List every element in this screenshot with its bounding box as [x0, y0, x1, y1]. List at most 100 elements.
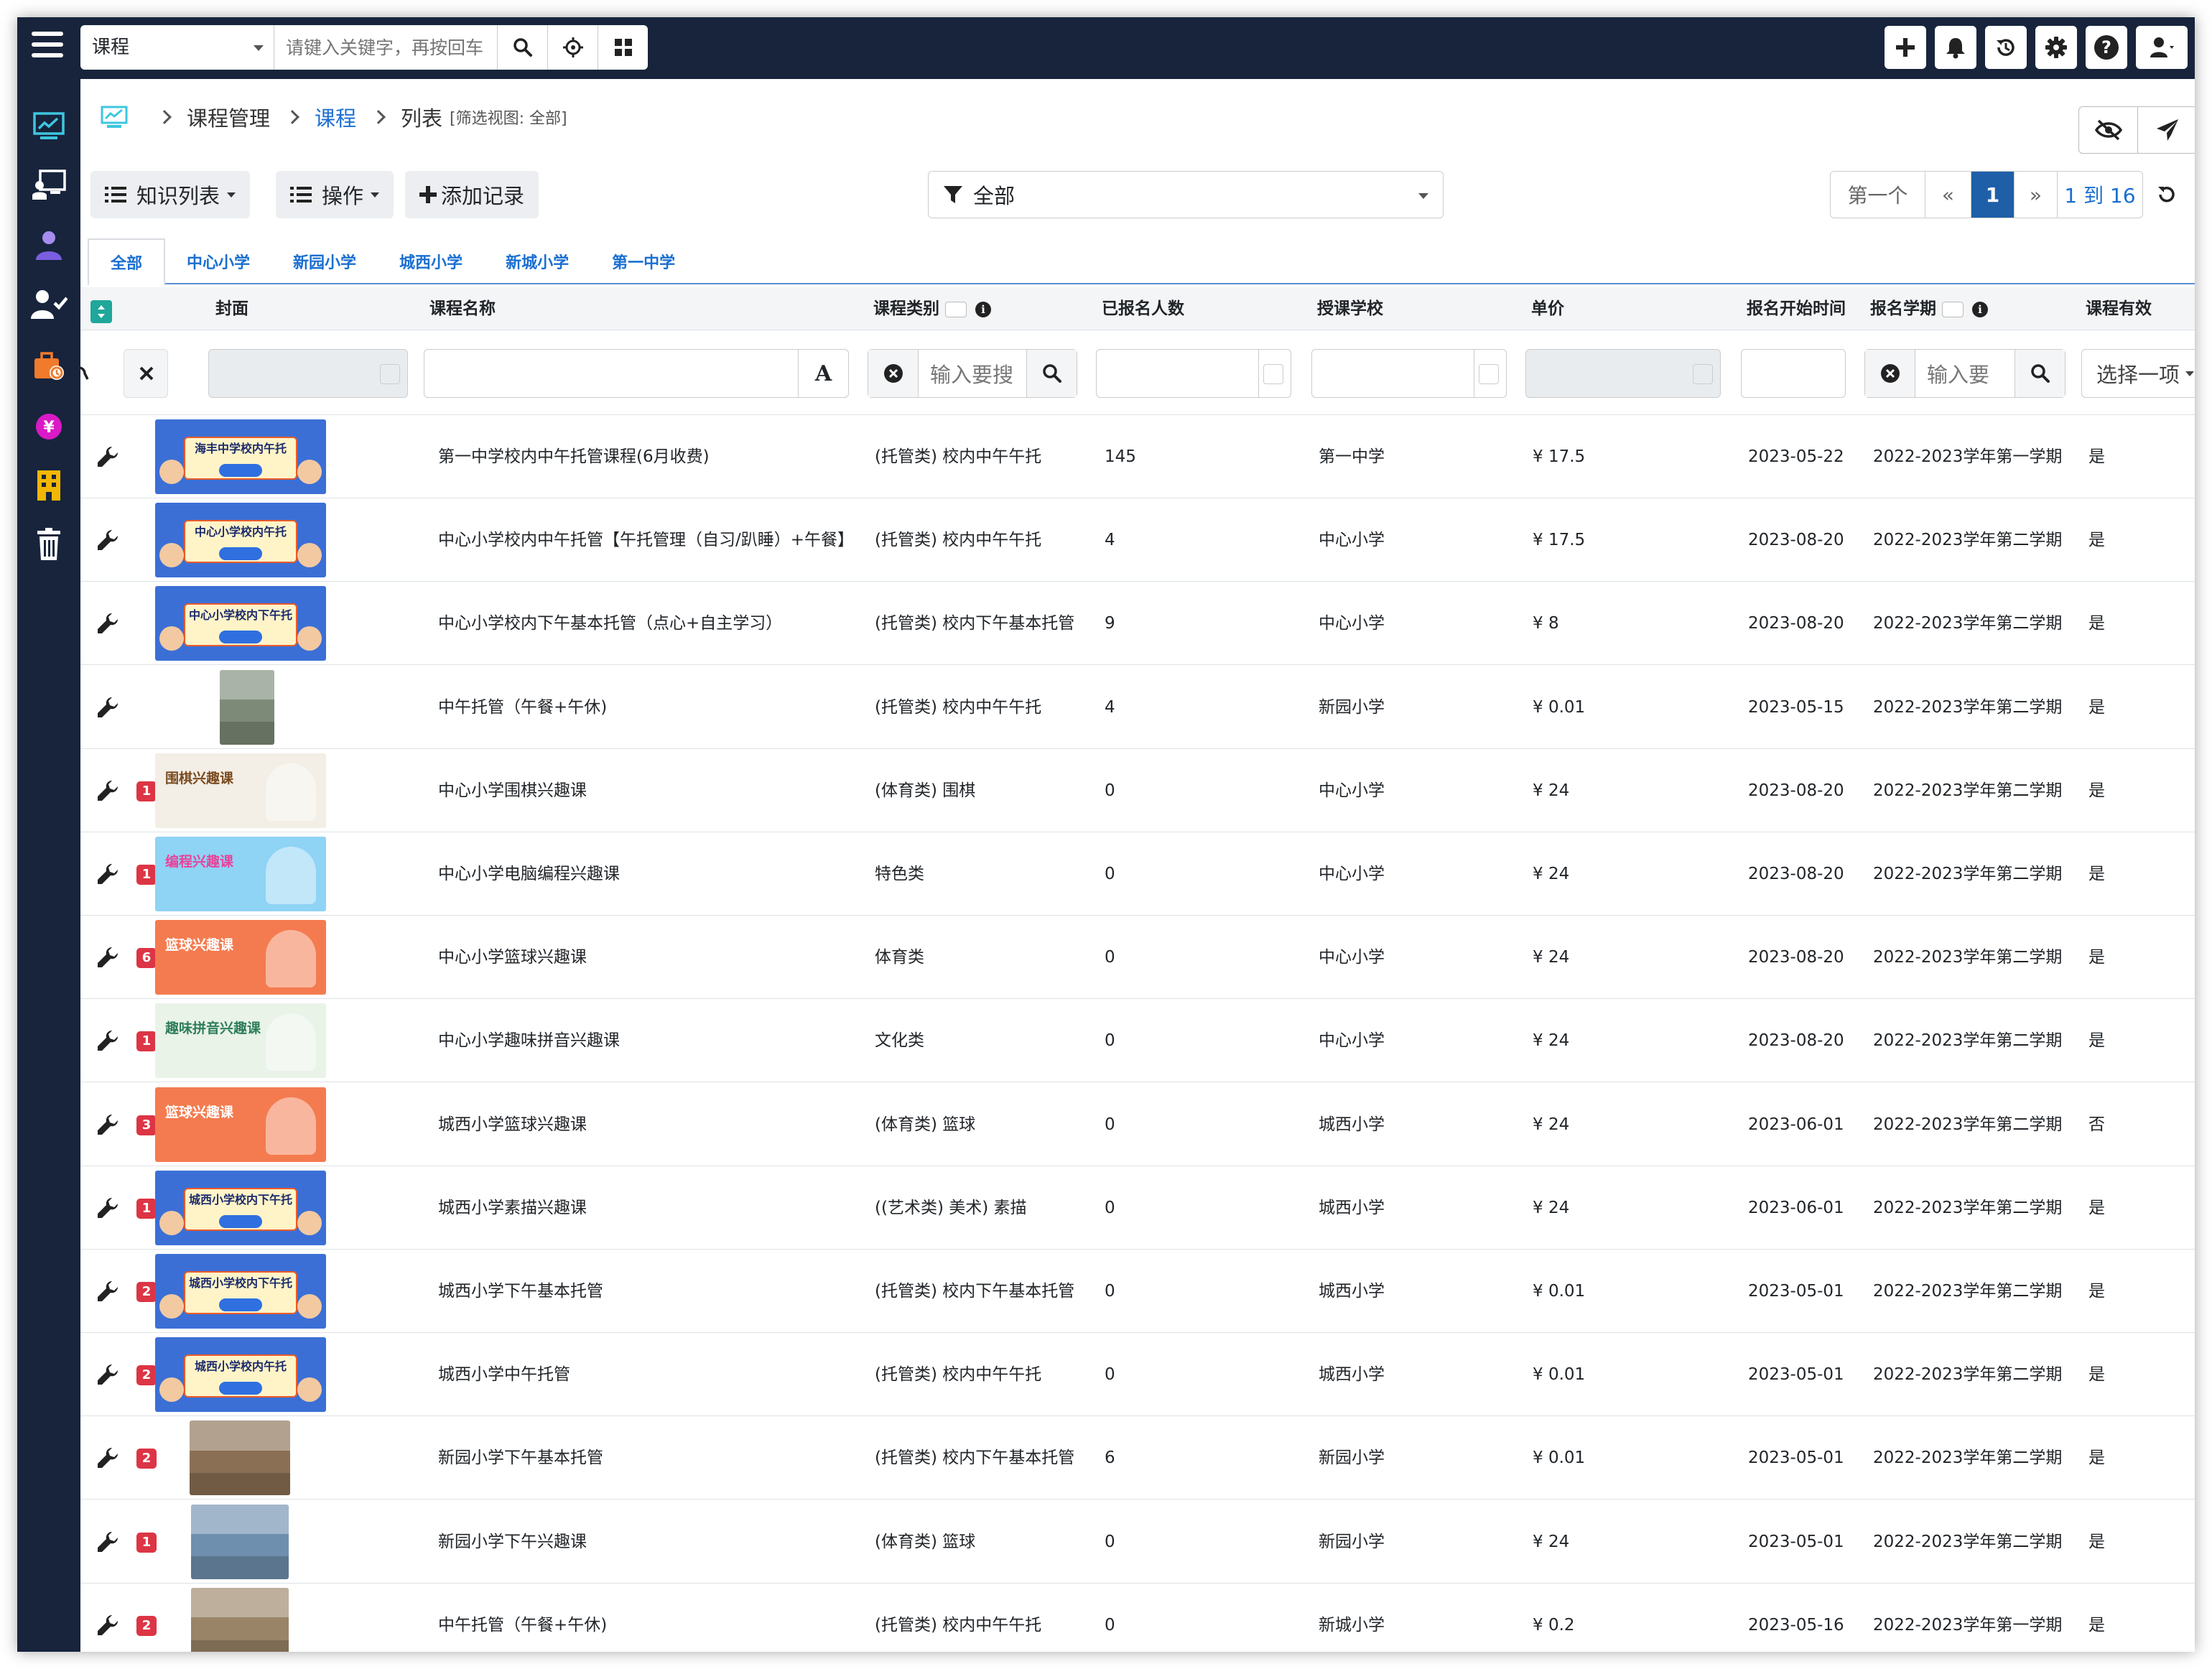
start-date-filter[interactable] [1741, 349, 1846, 398]
table-row[interactable]: 1 围棋兴趣课 中心小学围棋兴趣课 (体育类) 围棋 0 中心小学 ¥ 24 2023-08-… [80, 749, 2195, 832]
wrench-icon[interactable] [96, 779, 119, 802]
category-filter-input[interactable]: 输入要搜 [919, 350, 1026, 397]
attachment-count-badge[interactable]: 1 [136, 865, 157, 885]
wrench-icon[interactable] [96, 1446, 119, 1469]
keyword-input[interactable] [274, 25, 497, 70]
col-category[interactable]: 课程类别 i [873, 287, 991, 330]
wrench-icon[interactable] [96, 1530, 119, 1553]
page-current[interactable]: 1 [1971, 172, 2014, 218]
info-icon[interactable]: i [1972, 301, 1988, 317]
send-button[interactable] [2138, 107, 2195, 153]
table-row[interactable]: 中午托管（午餐+午休) (托管类) 校内中午午托 4 新园小学 ¥ 0.01 2023-0… [80, 666, 2195, 749]
col-term[interactable]: 报名学期 i [1870, 287, 1988, 330]
settings-button[interactable] [2035, 26, 2077, 69]
enrolled-filter-checkbox[interactable] [1263, 364, 1283, 384]
tab-chengxi[interactable]: 城西小学 [378, 238, 484, 284]
term-search-button[interactable] [2014, 350, 2065, 397]
cover-image[interactable]: 篮球兴趣课 [155, 920, 326, 995]
category-search-button[interactable] [1026, 350, 1077, 397]
col-name[interactable]: 课程名称 [429, 287, 496, 330]
attachment-count-badge[interactable]: 1 [136, 1532, 157, 1553]
wrench-icon[interactable] [96, 1280, 119, 1303]
sidebar-item-orders[interactable] [30, 348, 68, 385]
cover-image[interactable]: 海丰中学校内午托 [155, 419, 326, 494]
page-first[interactable]: 第一个 [1831, 172, 1925, 218]
tab-xincheng[interactable]: 新城小学 [484, 238, 590, 284]
school-filter[interactable] [1311, 349, 1507, 398]
wrench-icon[interactable] [96, 696, 119, 719]
table-row[interactable]: 海丰中学校内午托 第一中学校内中午托管课程(6月收费) (托管类) 校内中午午托 14… [80, 415, 2195, 498]
wrench-icon[interactable] [96, 1113, 119, 1136]
attachment-count-badge[interactable]: 1 [136, 1031, 157, 1052]
table-row[interactable]: 1 城西小学校内下午托 城西小学素描兴趣课 ((艺术类) 美术) 素描 0 城西小学 ¥ 2… [80, 1166, 2195, 1250]
attachment-count-badge[interactable]: 3 [136, 1115, 157, 1135]
cover-image[interactable]: 城西小学校内下午托 [155, 1254, 326, 1329]
clear-filters-button[interactable] [124, 349, 168, 398]
cover-image[interactable]: 趣味拼音兴趣课 [155, 1003, 326, 1079]
wrench-icon[interactable] [96, 863, 119, 885]
add-button[interactable] [1885, 26, 1926, 69]
actions-button[interactable]: 操作 [276, 171, 394, 218]
cover-image[interactable]: 编程兴趣课 [155, 837, 326, 911]
sidebar-item-payments[interactable]: ¥ [30, 408, 68, 445]
price-filter[interactable] [1525, 349, 1721, 398]
cover-image[interactable]: 中心小学校内下午托 [155, 586, 326, 661]
table-row[interactable]: 3 篮球兴趣课 城西小学篮球兴趣课 (体育类) 篮球 0 城西小学 ¥ 24 2023-06-… [80, 1083, 2195, 1166]
table-row[interactable]: 2 中午托管（午餐+午休) (托管类) 校内中午午托 0 新城小学 ¥ 0.2 2023-0… [80, 1584, 2195, 1652]
table-row[interactable]: 中心小学校内下午托 中心小学校内下午基本托管（点心+自主学习） (托管类) 校内下午… [80, 582, 2195, 666]
tab-all[interactable]: 全部 [88, 238, 166, 286]
tab-diyi[interactable]: 第一中学 [590, 238, 697, 284]
cover-filter[interactable] [208, 349, 408, 398]
hide-button[interactable] [2079, 107, 2138, 153]
filter-select[interactable]: 全部 [928, 171, 1444, 218]
wrench-icon[interactable] [96, 1196, 119, 1219]
attachment-count-badge[interactable]: 6 [136, 948, 157, 969]
sidebar-item-schools[interactable] [30, 467, 68, 504]
apps-button[interactable] [598, 25, 648, 70]
add-record-button[interactable]: 添加记录 [405, 171, 539, 218]
attachment-count-badge[interactable]: 2 [136, 1449, 157, 1469]
cover-filter-checkbox[interactable] [380, 364, 400, 384]
cover-image[interactable]: 城西小学校内午托 [155, 1337, 326, 1413]
sidebar-item-dashboard[interactable] [30, 108, 68, 145]
table-row[interactable]: 1 新园小学下午兴趣课 (体育类) 篮球 0 新园小学 ¥ 24 2023-05-01 202… [80, 1500, 2195, 1584]
wrench-icon[interactable] [96, 1029, 119, 1052]
price-filter-checkbox[interactable] [1693, 364, 1713, 384]
sidebar-item-trash[interactable] [30, 526, 68, 563]
attachment-count-badge[interactable]: 2 [136, 1615, 157, 1636]
wrench-icon[interactable] [96, 445, 119, 468]
term-toggle[interactable] [1942, 301, 1964, 317]
module-select[interactable]: 课程 [80, 25, 274, 70]
cover-image[interactable]: 城西小学校内下午托 [155, 1170, 326, 1245]
wrench-icon[interactable] [96, 1363, 119, 1386]
search-button[interactable] [497, 25, 547, 70]
wrench-icon[interactable] [96, 529, 119, 552]
col-valid[interactable]: 课程有效 [2086, 287, 2152, 330]
help-button[interactable]: ? [2086, 26, 2127, 69]
category-clear-button[interactable] [868, 350, 919, 397]
refresh-button[interactable] [2146, 171, 2188, 218]
search-icon-partial[interactable] [78, 363, 89, 383]
sidebar-item-classroom[interactable] [30, 167, 68, 204]
col-price[interactable]: 单价 [1531, 287, 1564, 330]
history-button[interactable] [1985, 26, 2027, 69]
school-filter-checkbox[interactable] [1479, 364, 1499, 384]
cover-image[interactable] [191, 1504, 289, 1579]
notifications-button[interactable] [1935, 26, 1976, 69]
term-clear-button[interactable] [1865, 350, 1915, 397]
col-cover[interactable]: 封面 [215, 287, 248, 330]
select-all-toggle[interactable] [90, 300, 112, 323]
breadcrumb-course-management[interactable]: 课程管理 [187, 102, 270, 132]
text-match-button[interactable]: A [798, 350, 848, 397]
category-toggle[interactable] [945, 301, 967, 317]
col-start[interactable]: 报名开始时间 [1747, 287, 1846, 330]
sidebar-item-students[interactable] [30, 227, 68, 264]
attachment-count-badge[interactable]: 1 [136, 1198, 157, 1219]
page-next[interactable]: » [2014, 172, 2058, 218]
table-row[interactable]: 2 城西小学校内午托 城西小学中午托管 (托管类) 校内中午午托 0 城西小学 ¥ 0.01… [80, 1333, 2195, 1417]
enrolled-filter[interactable] [1096, 349, 1291, 398]
name-filter[interactable]: A [424, 349, 849, 398]
attachment-count-badge[interactable]: 1 [136, 781, 157, 801]
col-school[interactable]: 授课学校 [1317, 287, 1383, 330]
page-range[interactable]: 1 到 16 [2058, 172, 2142, 218]
